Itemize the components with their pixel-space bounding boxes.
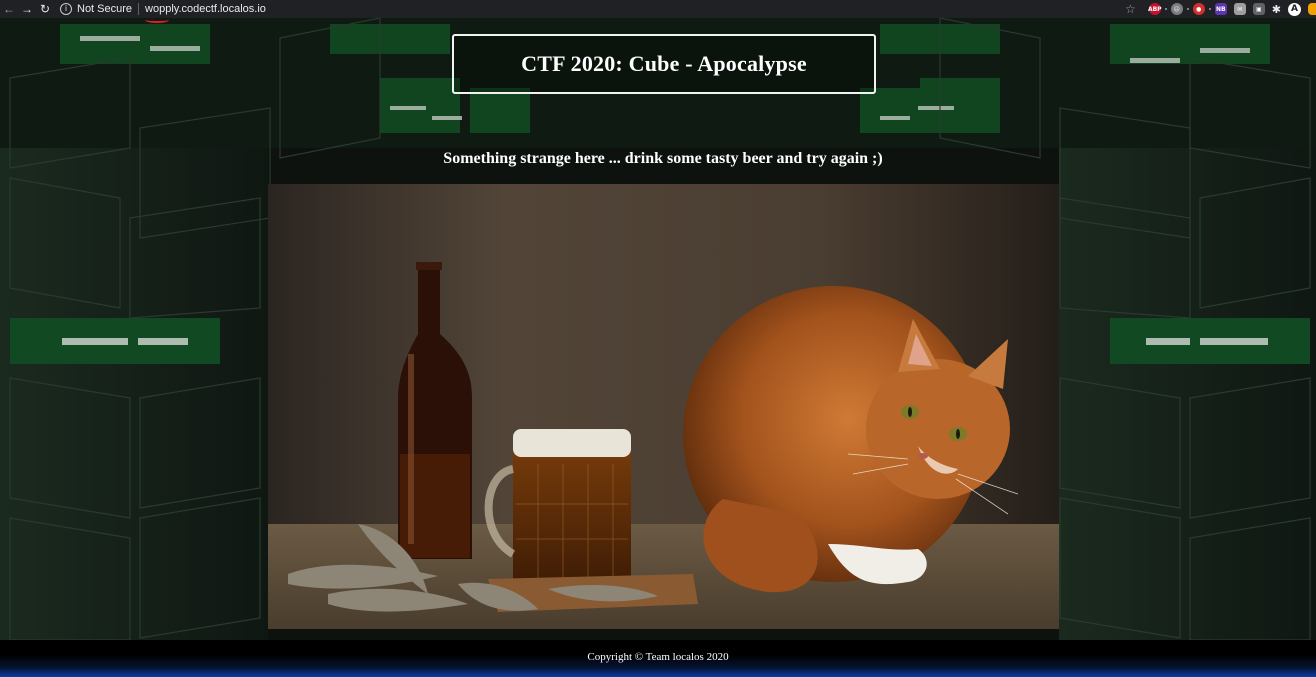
url-container[interactable]: wopply.codectf.localos.io: [145, 3, 266, 23]
extension-dot: [1164, 8, 1167, 10]
extension-dot: [1186, 8, 1189, 10]
cat-beer-photo: [268, 184, 1059, 629]
cat-beer-illustration: [268, 184, 1059, 629]
forward-arrow-icon: →: [21, 2, 33, 16]
browser-window: ← → ↻ i Not Secure wopply.codectf.localo…: [0, 0, 1316, 677]
mail-extension-icon[interactable]: ✉: [1233, 3, 1246, 15]
sad-face-extension-icon[interactable]: ☹: [1170, 3, 1183, 15]
info-icon[interactable]: i: [60, 3, 72, 15]
address-separator: [138, 3, 140, 15]
extensions-puzzle-icon[interactable]: ✱: [1272, 3, 1281, 16]
bookmark-star-icon[interactable]: ☆: [1125, 2, 1136, 16]
back-arrow-icon: ←: [3, 2, 15, 16]
toolbar-actions: ☆ ABP ☹ ● NB ✉ ▣ ✱ A: [1125, 0, 1316, 18]
red-extension-icon[interactable]: ●: [1192, 3, 1205, 15]
page-content: CTF 2020: Cube - Apocalypse Something st…: [0, 18, 1316, 640]
page-footer: Copyright © Team localos 2020: [0, 640, 1316, 677]
address-bar[interactable]: i Not Secure wopply.codectf.localos.io: [60, 0, 266, 23]
browser-toolbar: ← → ↻ i Not Secure wopply.codectf.localo…: [0, 0, 1316, 23]
url-text[interactable]: wopply.codectf.localos.io: [145, 3, 266, 15]
reload-button[interactable]: ↻: [36, 0, 54, 18]
nb-extension-icon[interactable]: NB: [1214, 3, 1227, 15]
profile-avatar[interactable]: A: [1288, 2, 1301, 16]
red-underline-annotation: [145, 17, 170, 23]
title-box: CTF 2020: Cube - Apocalypse: [452, 34, 876, 94]
screen-extension-icon[interactable]: ▣: [1252, 3, 1265, 15]
forward-button[interactable]: →: [18, 0, 36, 18]
page-title: CTF 2020: Cube - Apocalypse: [521, 51, 807, 76]
adblock-plus-icon[interactable]: ABP: [1148, 3, 1162, 15]
back-button[interactable]: ←: [0, 0, 18, 18]
reload-icon: ↻: [39, 2, 51, 16]
copyright-text: Copyright © Team localos 2020: [587, 651, 729, 663]
security-label[interactable]: Not Secure: [77, 3, 132, 15]
browser-menu-button[interactable]: [1308, 3, 1316, 15]
extension-dot: [1208, 8, 1211, 10]
hint-message: Something strange here ... drink some ta…: [443, 150, 883, 167]
